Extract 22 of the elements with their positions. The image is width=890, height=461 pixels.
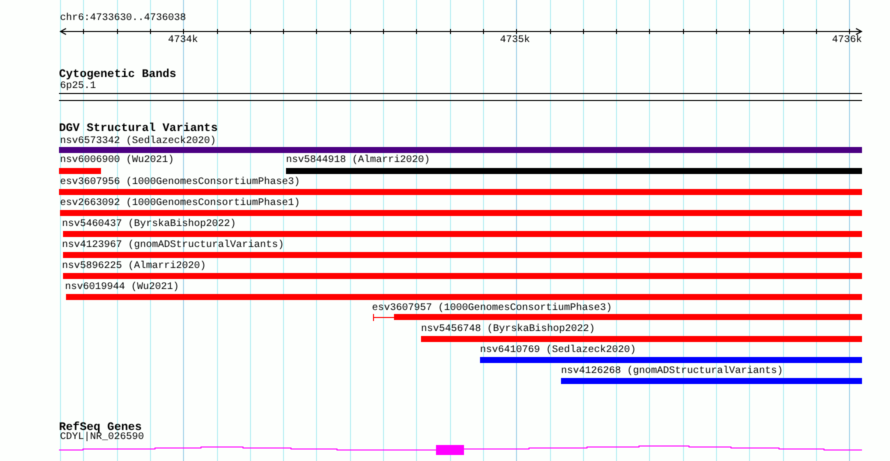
location-label: chr6:4733630..4736038 <box>60 13 186 25</box>
variant-label: nsv5456748 (ByrskaBishop2022) <box>421 324 596 336</box>
tick-label: 4734k <box>168 35 198 47</box>
variant-label: esv3607957 (1000GenomesConsortiumPhase3) <box>372 303 612 315</box>
variant-label: nsv6006900 (Wu2021) <box>60 155 174 167</box>
track-title: Cytogenetic Bands <box>59 68 176 81</box>
variant-label: esv2663092 (1000GenomesConsortiumPhase1) <box>60 198 300 210</box>
variant-label: nsv5460437 (ByrskaBishop2022) <box>62 219 236 231</box>
tick-label: 4735k <box>500 35 530 47</box>
variant-label: nsv4123967 (gnomADStructuralVariants) <box>62 240 284 252</box>
variant-label: nsv6573342 (Sedlazeck2020) <box>60 136 216 148</box>
variant-label: esv3607956 (1000GenomesConsortiumPhase3) <box>60 177 300 189</box>
variant-label: nsv5896225 (Almarri2020) <box>62 261 206 273</box>
gene-label: CDYL|NR_026590 <box>60 432 144 444</box>
variant-label: nsv4126268 (gnomADStructuralVariants) <box>561 366 784 378</box>
track-title: DGV Structural Variants <box>59 122 218 135</box>
tick-label: 4736k <box>832 35 862 47</box>
variant-label: nsv6019944 (Wu2021) <box>65 282 180 294</box>
variant-label: nsv6410769 (Sedlazeck2020) <box>480 345 636 357</box>
band-label: 6p25.1 <box>60 81 96 93</box>
variant-label: nsv5844918 (Almarri2020) <box>286 155 430 167</box>
intron-line <box>372 314 394 321</box>
